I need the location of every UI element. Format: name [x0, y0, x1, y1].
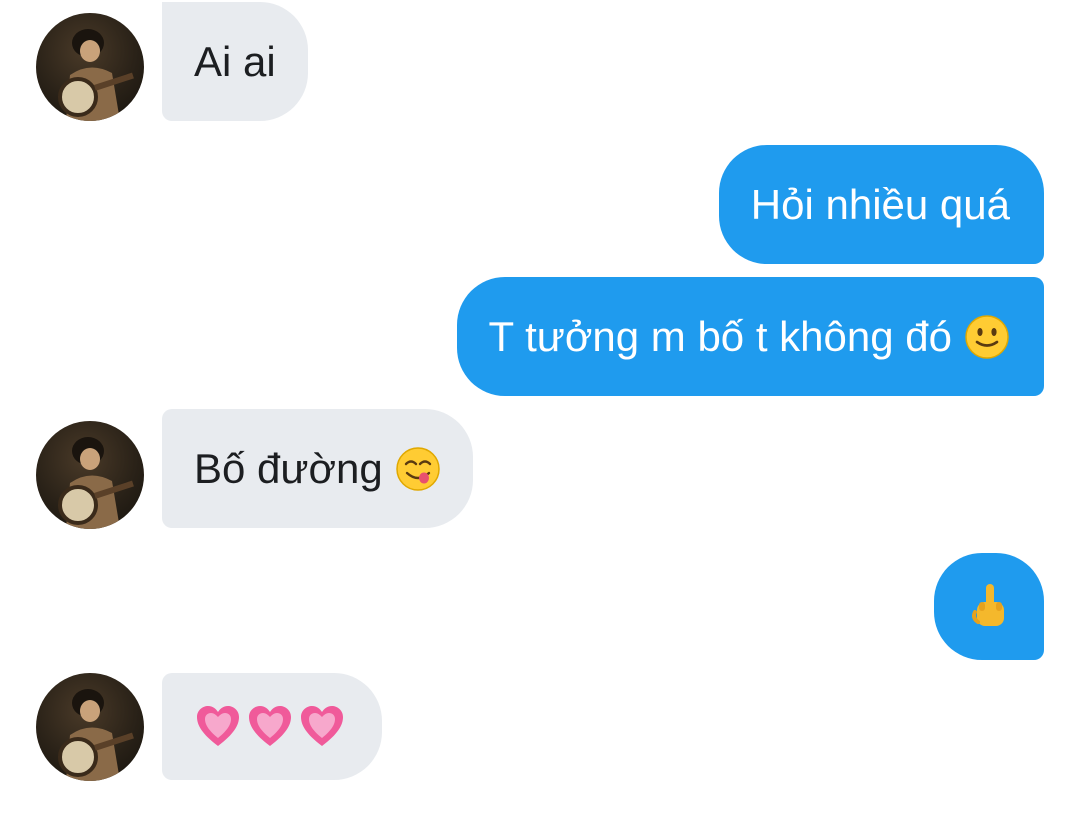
avatar-photo-icon [58, 689, 134, 781]
avatar-photo-icon [58, 29, 134, 121]
message-bubble-incoming[interactable]: 💗💗💗 [162, 673, 382, 780]
contact-avatar[interactable] [36, 673, 144, 781]
middle-finger-icon [972, 583, 1004, 626]
avatar-photo-icon [58, 437, 134, 529]
message-bubble-incoming[interactable]: Bố đường [162, 409, 473, 528]
message-text: T tưởng m bố t không đó [488, 312, 952, 360]
message-bubble-incoming[interactable]: Ai ai [162, 2, 308, 121]
growing-heart-icon [249, 705, 291, 746]
contact-avatar[interactable] [36, 421, 144, 529]
message-bubble-outgoing[interactable]: 🖕 [934, 553, 1044, 660]
message-bubble-outgoing[interactable]: Hỏi nhiều quá [718, 145, 1044, 264]
message-text: Bố đường [194, 444, 383, 492]
growing-heart-icon [301, 705, 343, 746]
contact-avatar[interactable] [36, 13, 144, 121]
message-text: Ai ai [194, 37, 276, 85]
growing-heart-icon [197, 705, 239, 746]
message-text: Hỏi nhiều quá [750, 180, 1010, 228]
message-bubble-outgoing[interactable]: T tưởng m bố t không đó [456, 277, 1044, 396]
face-savoring-food-icon [396, 446, 440, 491]
slightly-smiling-face-icon [965, 314, 1009, 359]
